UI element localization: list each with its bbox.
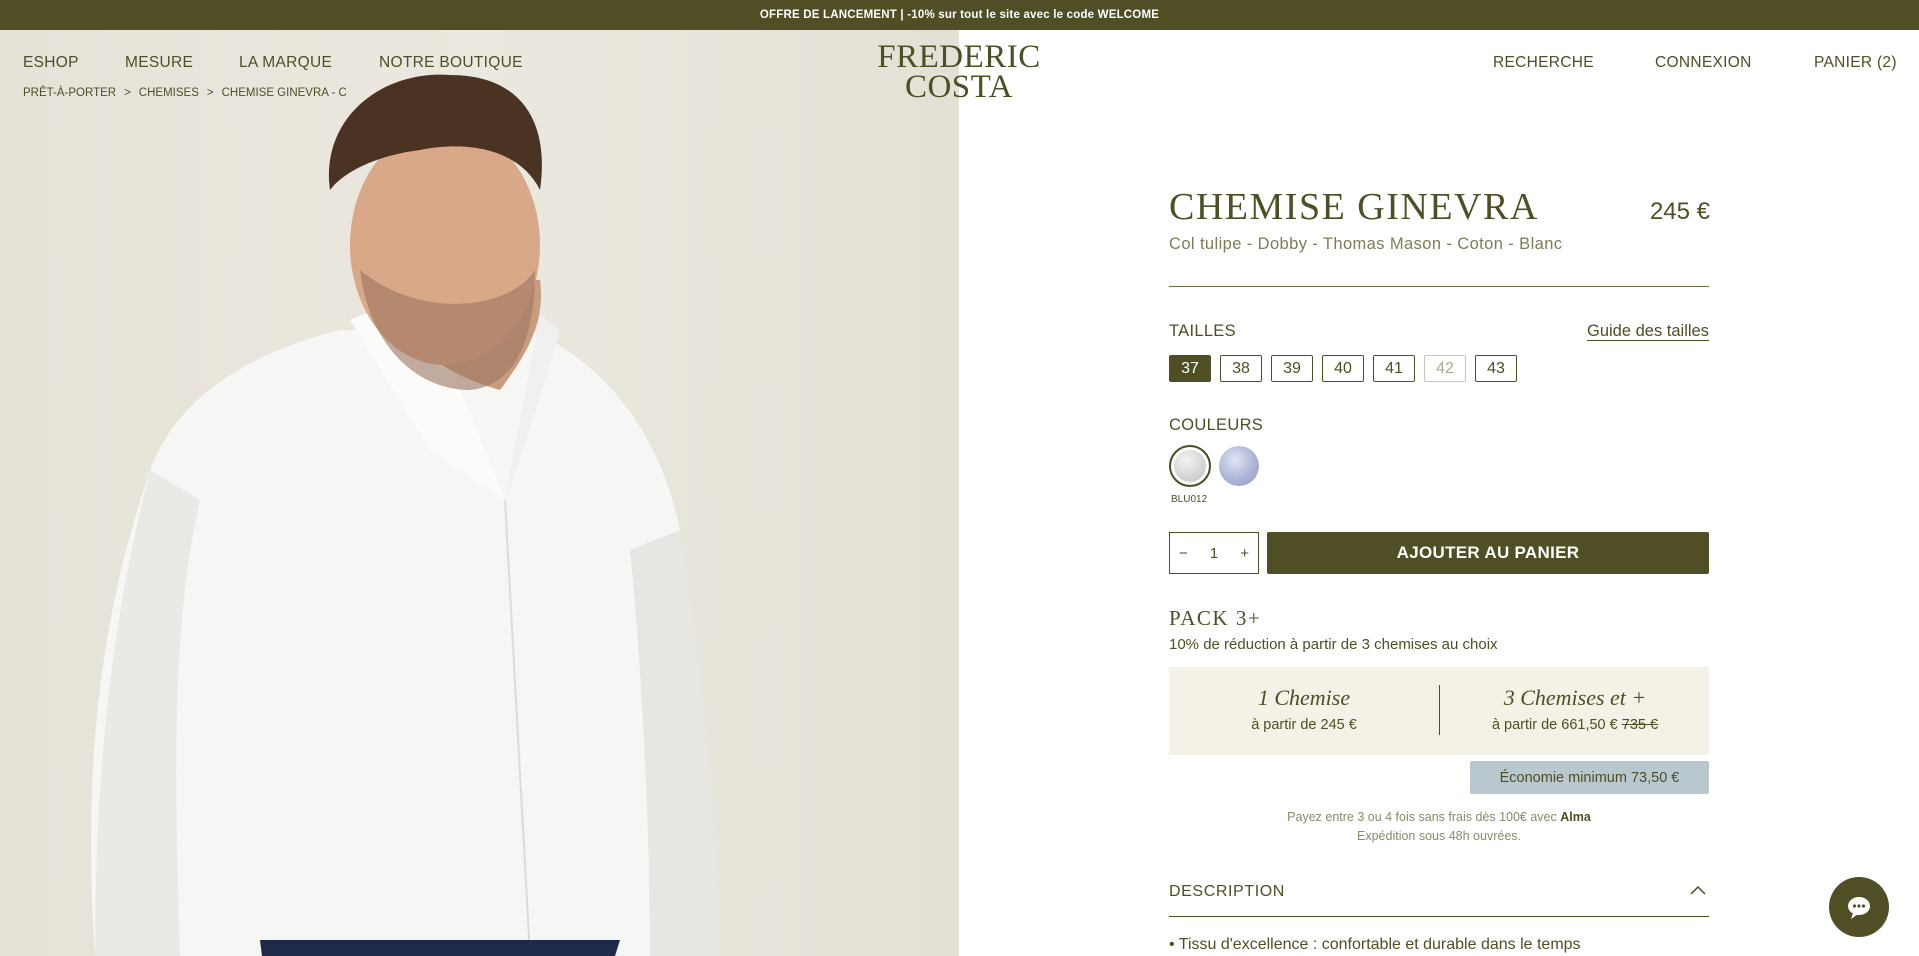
logo-line-1: FREDERIC [877, 39, 1041, 75]
product-title: CHEMISE GINEVRA [1169, 186, 1539, 228]
nav-search[interactable]: RECHERCHE [1493, 54, 1594, 72]
quantity-stepper: − 1 + [1169, 532, 1259, 574]
breadcrumb: PRÊT-À-PORTER > CHEMISES > CHEMISE GINEV… [23, 87, 347, 99]
divider [1169, 286, 1709, 287]
pack-multi-price-line: à partir de 661,50 € 735 € [1440, 717, 1710, 733]
color-selector [1169, 445, 1259, 487]
description-toggle[interactable]: DESCRIPTION [1169, 883, 1285, 901]
description-bullet: • Tissu d'excellence : confortable et du… [1169, 936, 1581, 953]
pack-title: PACK 3+ [1169, 606, 1262, 630]
product-photo [0, 30, 959, 956]
size-option-39[interactable]: 39 [1271, 355, 1313, 382]
chevron-up-icon[interactable] [1688, 881, 1708, 901]
size-option-40[interactable]: 40 [1322, 355, 1364, 382]
saving-badge: Économie minimum 73,50 € [1470, 761, 1709, 794]
logo-line-2: COSTA [904, 69, 1014, 105]
product-subtitle: Col tulipe - Dobby - Thomas Mason - Coto… [1169, 235, 1563, 253]
chat-bubble-icon [1848, 897, 1870, 919]
chat-button[interactable] [1829, 877, 1889, 937]
nav-la-marque[interactable]: LA MARQUE [239, 54, 332, 72]
color-swatch-white[interactable] [1169, 445, 1211, 487]
brand-logo[interactable]: FREDERIC COSTA [859, 39, 1059, 105]
size-option-42[interactable]: 42 [1424, 355, 1466, 382]
breadcrumb-item-chemises[interactable]: CHEMISES [139, 87, 199, 99]
pack-multi: 3 Chemises et + à partir de 661,50 € 735… [1440, 685, 1710, 733]
nav-notre-boutique[interactable]: NOTRE BOUTIQUE [379, 54, 523, 72]
pack-single-price: à partir de 245 € [1251, 717, 1357, 733]
breadcrumb-separator: > [206, 87, 214, 99]
colors-label: COULEURS [1169, 416, 1264, 434]
breadcrumb-item-current: CHEMISE GINEVRA - C [221, 87, 347, 99]
pack-offer-box: 1 Chemise à partir de 245 € 3 Chemises e… [1169, 667, 1709, 755]
pack-multi-price: à partir de 661,50 € [1491, 717, 1618, 733]
quantity-increase-button[interactable]: + [1240, 545, 1249, 562]
shipping-info: Expédition sous 48h ouvrées. [1357, 829, 1521, 843]
product-price: 245 € [1649, 198, 1710, 225]
nav-mesure[interactable]: MESURE [125, 54, 193, 72]
pack-multi-old-price: 735 € [1621, 717, 1659, 733]
quantity-decrease-button[interactable]: − [1179, 545, 1188, 562]
payment-text: Payez entre 3 ou 4 fois sans frais dès 1… [1287, 810, 1557, 824]
payment-info: Payez entre 3 ou 4 fois sans frais dès 1… [1169, 808, 1709, 846]
size-option-38[interactable]: 38 [1220, 355, 1262, 382]
size-option-41[interactable]: 41 [1373, 355, 1415, 382]
announcement-text: OFFRE DE LANCEMENT | -10% sur tout le si… [759, 9, 1160, 21]
sizes-label: TAILLES [1169, 322, 1236, 340]
pack-multi-label: 3 Chemises et + [1503, 685, 1647, 710]
nav-cart[interactable]: PANIER (2) [1814, 54, 1897, 72]
payment-line-1: Payez entre 3 ou 4 fois sans frais dès 1… [1169, 808, 1709, 827]
quantity-value[interactable]: 1 [1210, 545, 1218, 562]
payment-provider-link[interactable]: Alma [1560, 810, 1591, 824]
pack-single-label: 1 Chemise [1257, 685, 1351, 710]
selected-color-code: BLU012 [1171, 494, 1208, 505]
pack-subtitle: 10% de réduction à partir de 3 chemises … [1169, 636, 1498, 653]
description-divider [1169, 916, 1709, 917]
color-swatch-blue[interactable] [1219, 446, 1259, 486]
size-option-37[interactable]: 37 [1169, 355, 1211, 382]
size-selector: 37 38 39 40 41 42 43 [1169, 355, 1517, 382]
add-to-cart-button[interactable]: AJOUTER AU PANIER [1267, 532, 1709, 574]
nav-login[interactable]: CONNEXION [1655, 54, 1752, 72]
announcement-bar: OFFRE DE LANCEMENT | -10% sur tout le si… [0, 0, 1919, 30]
pack-single: 1 Chemise à partir de 245 € [1169, 685, 1439, 733]
nav-eshop[interactable]: ESHOP [23, 54, 79, 72]
model-illustration [91, 74, 720, 956]
size-guide-link[interactable]: Guide des tailles [1560, 322, 1709, 341]
breadcrumb-separator: > [124, 87, 131, 99]
size-option-43[interactable]: 43 [1475, 355, 1517, 382]
breadcrumb-item-pret-a-porter[interactable]: PRÊT-À-PORTER [23, 87, 116, 99]
